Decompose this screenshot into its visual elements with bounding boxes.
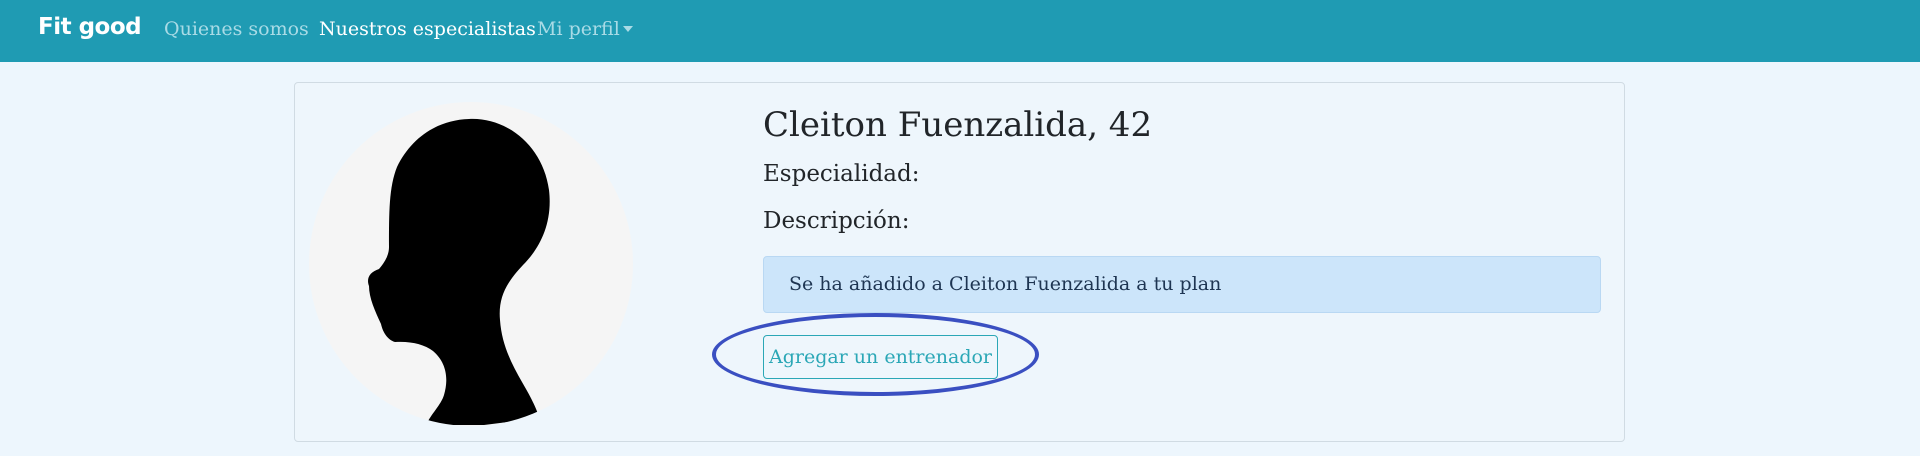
- top-navbar: Fit good Quienes somos Nuestros especial…: [0, 0, 1920, 62]
- success-alert: Se ha añadido a Cleiton Fuenzalida a tu …: [763, 256, 1601, 313]
- avatar: [309, 102, 633, 426]
- add-trainer-button[interactable]: Agregar un entrenador: [763, 335, 998, 379]
- specialty-label: Especialidad:: [763, 161, 920, 187]
- nav-dropdown-mi-perfil[interactable]: Mi perfil: [537, 18, 633, 40]
- specialist-card: Cleiton Fuenzalida, 42 Especialidad: Des…: [294, 82, 1625, 442]
- person-silhouette-icon: [368, 118, 550, 425]
- alert-message: Se ha añadido a Cleiton Fuenzalida a tu …: [789, 273, 1222, 295]
- nav-link-quienes-somos[interactable]: Quienes somos: [164, 18, 309, 40]
- caret-down-icon: [622, 25, 633, 32]
- specialist-name-age: Cleiton Fuenzalida, 42: [763, 105, 1153, 145]
- description-label: Descripción:: [763, 208, 910, 234]
- nav-link-nuestros-especialistas[interactable]: Nuestros especialistas: [319, 18, 536, 40]
- nav-dropdown-label: Mi perfil: [537, 18, 620, 40]
- brand-logo[interactable]: Fit good: [38, 14, 142, 40]
